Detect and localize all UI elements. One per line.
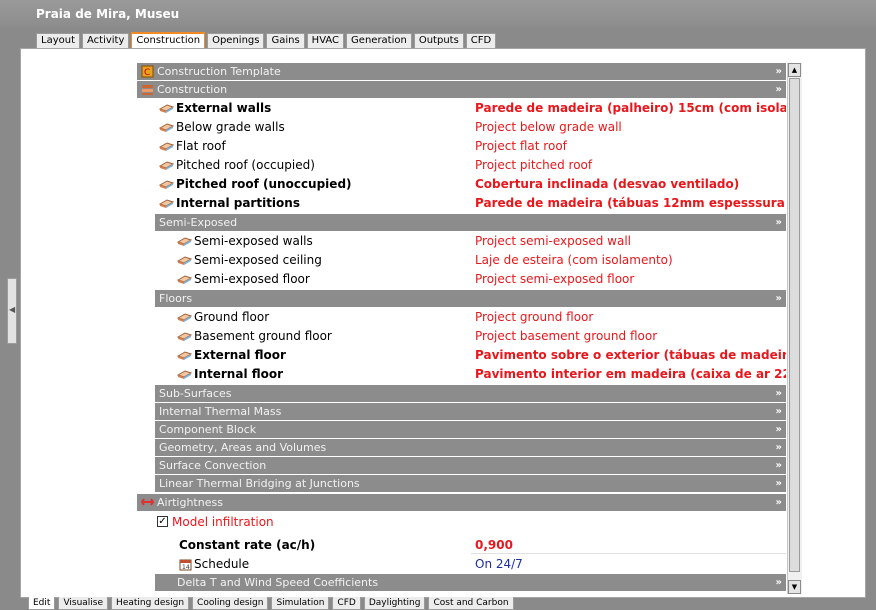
model-infiltration-row[interactable]: ✓ Model infiltration xyxy=(137,513,786,532)
template-icon: C xyxy=(141,65,154,78)
tab-edit[interactable]: Edit xyxy=(28,597,56,610)
construction-layer-icon xyxy=(159,161,174,170)
floor-item-basement-ground[interactable]: Basement ground floor Project basement g… xyxy=(137,327,786,346)
construction-item-external-walls[interactable]: External walls Parede de madeira (palhei… xyxy=(137,99,786,118)
chevron-down-icon: » xyxy=(775,84,782,95)
chevron-right-icon: » xyxy=(775,442,782,453)
title-bar: Praia de Mira, Museu xyxy=(0,0,876,28)
tab-visualise[interactable]: Visualise xyxy=(58,597,109,610)
section-airtightness[interactable]: Airtightness » xyxy=(137,494,786,511)
construction-item-below-grade-walls[interactable]: Below grade walls Project below grade wa… xyxy=(137,118,786,137)
tab-heating-design[interactable]: Heating design xyxy=(111,597,190,610)
chevron-down-icon: » xyxy=(775,217,782,228)
construction-layer-icon xyxy=(177,237,192,246)
floor-item-external[interactable]: External floor Pavimento sobre o exterio… xyxy=(137,346,786,365)
construction-content-area: C Construction Template » Construction »… xyxy=(20,48,866,598)
tab-daylighting[interactable]: Daylighting xyxy=(363,597,426,610)
section-construction[interactable]: Construction » xyxy=(137,81,786,98)
section-construction-template[interactable]: C Construction Template » xyxy=(137,63,786,80)
construction-item-pitched-roof-occupied[interactable]: Pitched roof (occupied) Project pitched … xyxy=(137,156,786,175)
constant-rate-row: Constant rate (ac/h) 0,900 xyxy=(137,536,786,555)
tab-generation[interactable]: Generation xyxy=(346,33,412,48)
scroll-down-arrow-icon[interactable]: ▼ xyxy=(788,580,801,594)
vertical-scrollbar[interactable]: ▲ ▼ xyxy=(787,63,802,594)
construction-item-internal-partitions[interactable]: Internal partitions Parede de madeira (t… xyxy=(137,194,786,213)
constant-rate-input-bg xyxy=(471,536,786,554)
construction-layer-icon xyxy=(159,199,174,208)
top-tab-bar: Layout Activity Construction Openings Ga… xyxy=(36,32,498,49)
chevron-right-icon: » xyxy=(775,66,782,77)
section-surface-convection[interactable]: Surface Convection » xyxy=(155,457,786,474)
tab-cooling-design[interactable]: Cooling design xyxy=(192,597,269,610)
chevron-right-icon: » xyxy=(775,388,782,399)
tab-cfd-bottom[interactable]: CFD xyxy=(332,597,361,610)
construction-layer-icon xyxy=(159,142,174,151)
tab-cost-and-carbon[interactable]: Cost and Carbon xyxy=(428,597,514,610)
chevron-down-icon: » xyxy=(775,293,782,304)
bottom-tab-bar: Edit Visualise Heating design Cooling de… xyxy=(28,597,517,610)
section-geometry-areas-volumes[interactable]: Geometry, Areas and Volumes » xyxy=(155,439,786,456)
chevron-right-icon: » xyxy=(775,406,782,417)
semi-exposed-item-floor[interactable]: Semi-exposed floor Project semi-exposed … xyxy=(137,270,786,289)
construction-item-pitched-roof-unoccupied[interactable]: Pitched roof (unoccupied) Cobertura incl… xyxy=(137,175,786,194)
chevron-left-icon: ◀ xyxy=(9,305,16,314)
section-thermal-bridging[interactable]: Linear Thermal Bridging at Junctions » xyxy=(155,475,786,492)
chevron-right-icon: » xyxy=(775,460,782,471)
svg-text:14: 14 xyxy=(182,564,190,571)
construction-panel: C Construction Template » Construction »… xyxy=(137,63,786,594)
semi-exposed-item-ceiling[interactable]: Semi-exposed ceiling Laje de esteira (co… xyxy=(137,251,786,270)
floor-item-ground[interactable]: Ground floor Project ground floor xyxy=(137,308,786,327)
chevron-right-icon: » xyxy=(775,424,782,435)
calendar-icon: 14 xyxy=(179,559,192,571)
window-title: Praia de Mira, Museu xyxy=(36,7,180,21)
tab-openings[interactable]: Openings xyxy=(207,33,265,48)
svg-text:C: C xyxy=(144,68,150,78)
scroll-up-arrow-icon[interactable]: ▲ xyxy=(788,63,801,77)
construction-layer-icon xyxy=(177,313,192,322)
tab-activity[interactable]: Activity xyxy=(82,33,130,48)
tab-gains[interactable]: Gains xyxy=(266,33,305,48)
floor-item-internal[interactable]: Internal floor Pavimento interior em mad… xyxy=(137,365,786,384)
chevron-down-icon: » xyxy=(775,497,782,508)
construction-item-flat-roof[interactable]: Flat roof Project flat roof xyxy=(137,137,786,156)
schedule-row[interactable]: 14 Schedule On 24/7 xyxy=(137,555,786,574)
section-component-block[interactable]: Component Block » xyxy=(155,421,786,438)
construction-layer-icon xyxy=(177,275,192,284)
section-floors[interactable]: Floors » xyxy=(155,290,786,307)
construction-icon xyxy=(142,85,153,95)
chevron-right-icon: » xyxy=(775,577,782,588)
construction-layer-icon xyxy=(159,180,174,189)
construction-layer-icon xyxy=(177,351,192,360)
tab-layout[interactable]: Layout xyxy=(36,33,80,48)
tab-simulation[interactable]: Simulation xyxy=(271,597,330,610)
section-delta-t-wind-speed[interactable]: Delta T and Wind Speed Coefficients » xyxy=(155,574,786,591)
tab-cfd[interactable]: CFD xyxy=(465,33,497,48)
construction-layer-icon xyxy=(177,256,192,265)
section-internal-thermal-mass[interactable]: Internal Thermal Mass » xyxy=(155,403,786,420)
construction-layer-icon xyxy=(159,123,174,132)
tab-construction[interactable]: Construction xyxy=(131,32,206,49)
chevron-right-icon: » xyxy=(775,478,782,489)
construction-layer-icon xyxy=(177,370,192,379)
tab-hvac[interactable]: HVAC xyxy=(306,33,345,48)
airtightness-icon xyxy=(141,498,154,506)
constant-rate-input[interactable]: 0,900 xyxy=(475,536,513,555)
construction-layer-icon xyxy=(177,332,192,341)
left-panel-collapse-handle[interactable]: ◀ xyxy=(7,278,17,344)
model-infiltration-checkbox[interactable]: ✓ xyxy=(157,516,168,527)
section-sub-surfaces[interactable]: Sub-Surfaces » xyxy=(155,385,786,402)
scrollbar-thumb[interactable] xyxy=(789,78,800,572)
semi-exposed-item-walls[interactable]: Semi-exposed walls Project semi-exposed … xyxy=(137,232,786,251)
tab-outputs[interactable]: Outputs xyxy=(413,33,464,48)
construction-layer-icon xyxy=(159,104,174,113)
section-semi-exposed[interactable]: Semi-Exposed » xyxy=(155,214,786,231)
